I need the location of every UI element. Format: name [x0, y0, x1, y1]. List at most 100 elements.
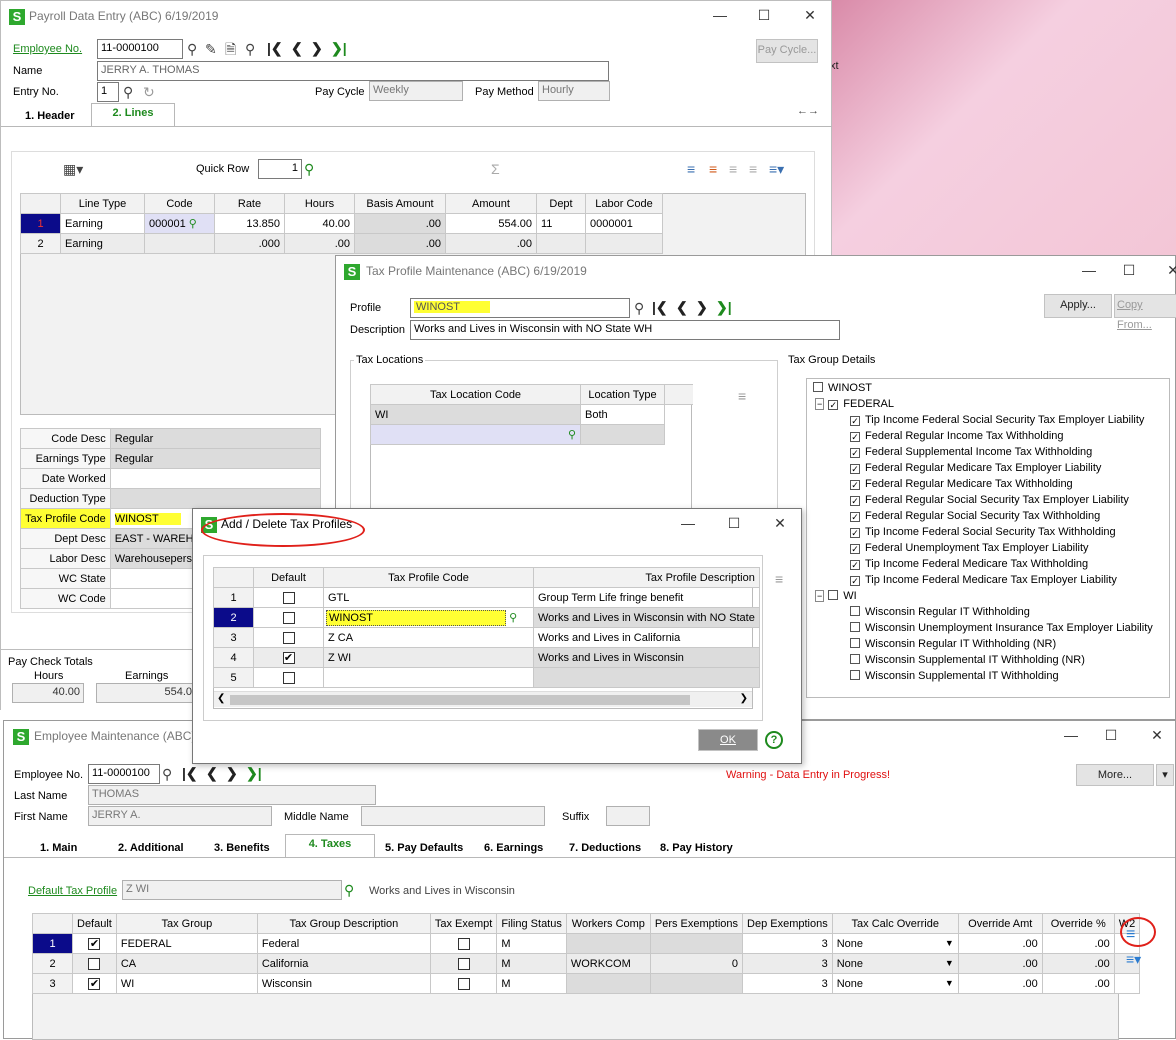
tax-calc-override-cell[interactable]: None ▼ [831, 933, 959, 954]
default-cell[interactable] [253, 587, 324, 608]
default-cell[interactable]: ✔ [72, 973, 117, 994]
previous-record-icon[interactable]: ❮ [676, 299, 688, 315]
row-number[interactable]: 2 [213, 607, 254, 628]
tax-exempt-cell[interactable] [429, 953, 498, 974]
checkbox-icon[interactable]: ✓ [850, 496, 860, 506]
checkbox-checked-icon[interactable]: ✔ [88, 977, 101, 990]
column-header[interactable]: Dept [536, 193, 586, 214]
checkbox-icon[interactable] [282, 591, 295, 604]
default-cell[interactable]: ✔ [72, 933, 117, 954]
maximize-icon[interactable]: ☐ [1114, 260, 1144, 280]
delete-row-icon[interactable]: ≡ [738, 388, 746, 404]
next-record-icon[interactable]: ❯ [311, 40, 323, 56]
override-pct-cell[interactable]: .00 [1041, 933, 1115, 954]
checkbox-icon[interactable] [828, 590, 839, 600]
detail-value[interactable] [109, 468, 321, 489]
grid-layout-icon[interactable]: ▦▾ [63, 161, 83, 177]
entry-no-field[interactable]: 1 [97, 82, 119, 102]
table-row[interactable]: 3 Z CA Works and Lives in California [213, 627, 760, 648]
checkbox-icon[interactable] [850, 638, 860, 648]
next-record-icon[interactable]: ❯ [696, 299, 708, 315]
close-icon[interactable]: ✕ [1142, 725, 1172, 745]
table-row[interactable]: 2 CA California M WORKCOM 0 3 None ▼ .00 … [32, 953, 1141, 974]
profile-code-cell[interactable]: Z WI [323, 647, 534, 668]
row-number[interactable]: 1 [32, 933, 73, 954]
checkbox-icon[interactable]: ✓ [850, 448, 860, 458]
default-cell[interactable]: ✔ [253, 647, 324, 668]
more-button[interactable]: More... [1076, 764, 1154, 786]
suffix-field[interactable] [606, 806, 650, 826]
rate-cell[interactable]: 13.850 [214, 213, 285, 234]
tree-item[interactable]: ✓ Federal Regular Income Tax Withholding [850, 430, 1064, 442]
tree-item[interactable]: ✓ Federal Regular Medicare Tax Withholdin… [850, 478, 1073, 490]
override-amt-cell[interactable]: .00 [957, 933, 1043, 954]
column-header[interactable]: Dep Exemptions [742, 913, 833, 934]
column-header[interactable]: Location Type [580, 384, 665, 405]
scrollbar-thumb[interactable] [230, 695, 690, 705]
tax-group-cell[interactable]: CA [115, 953, 258, 974]
tree-item[interactable]: ✓ Tip Income Federal Social Security Tax … [850, 414, 1144, 426]
tree-item[interactable]: ✓ Federal Regular Medicare Tax Employer L… [850, 462, 1101, 474]
profile-code-cell[interactable] [323, 667, 534, 688]
last-record-icon[interactable]: ❯| [246, 765, 262, 781]
default-tax-profile-field[interactable]: Z WI [122, 880, 342, 900]
tax-calc-override-cell[interactable]: None ▼ [831, 953, 959, 974]
column-header[interactable]: Default [253, 567, 324, 588]
next-record-icon[interactable]: ❯ [226, 765, 238, 781]
employee-no-field[interactable]: 11-0000100 [88, 764, 160, 784]
code-cell[interactable]: 000001 ⚲ [144, 213, 215, 234]
checkbox-icon[interactable]: ✓ [850, 480, 860, 490]
column-header[interactable]: Line Type [60, 193, 145, 214]
name-field[interactable]: JERRY A. THOMAS [97, 61, 609, 81]
ok-button[interactable]: OK [698, 729, 758, 751]
column-header[interactable]: Workers Comp [565, 913, 651, 934]
tab-lines[interactable]: 2. Lines [91, 103, 175, 127]
collapse-icon[interactable]: − [815, 590, 825, 602]
table-row[interactable]: 1 GTL Group Term Life fringe benefit [213, 587, 760, 608]
resize-arrows-icon[interactable]: ←→ [797, 103, 819, 119]
last-record-icon[interactable]: ❯| [716, 299, 732, 315]
checkbox-checked-icon[interactable]: ✔ [88, 937, 101, 950]
column-header[interactable]: Amount [445, 193, 537, 214]
location-type-cell[interactable]: Both [580, 404, 665, 425]
amount-cell[interactable]: .00 [445, 233, 537, 254]
table-row[interactable]: 5 [213, 667, 760, 688]
column-header[interactable]: Tax Exempt [429, 913, 498, 934]
delete-row-icon[interactable]: ≡ [775, 571, 783, 587]
column-header[interactable]: Rate [214, 193, 285, 214]
tree-item[interactable]: ✓ Federal Regular Social Security Tax Emp… [850, 494, 1129, 506]
filing-status-cell[interactable]: M [496, 953, 567, 974]
workers-comp-cell[interactable]: WORKCOM [565, 953, 651, 974]
override-pct-cell[interactable]: .00 [1041, 973, 1115, 994]
tree-root-item[interactable]: WINOST [813, 382, 872, 394]
horizontal-scrollbar[interactable]: ❮ ❯ [214, 691, 752, 707]
maximize-icon[interactable]: ☐ [719, 513, 749, 533]
scroll-left-icon[interactable]: ❮ [217, 693, 225, 704]
column-header[interactable]: Hours [284, 193, 355, 214]
employee-no-label[interactable]: Employee No. [13, 43, 82, 55]
checkbox-icon[interactable]: ✓ [850, 560, 860, 570]
last-name-field[interactable]: THOMAS [88, 785, 376, 805]
search-icon[interactable]: ⚲ [634, 300, 644, 316]
apply-button[interactable]: Apply... [1044, 294, 1112, 318]
checkbox-icon[interactable]: ✓ [850, 464, 860, 474]
search-icon[interactable]: ⚲ [162, 766, 172, 782]
labor-code-cell[interactable]: 0000001 [585, 213, 663, 234]
column-header[interactable]: Tax Group [115, 913, 258, 934]
minimize-icon[interactable]: — [673, 513, 703, 533]
tree-wi-item[interactable]: − WI [815, 590, 857, 602]
column-header[interactable]: Override Amt [957, 913, 1043, 934]
zoom-icon[interactable]: ⚲ [304, 161, 314, 177]
chevron-down-icon[interactable]: ▼ [945, 958, 954, 968]
filing-status-cell[interactable]: M [496, 933, 567, 954]
first-record-icon[interactable]: |❮ [267, 40, 283, 56]
column-header[interactable]: Tax Location Code [370, 384, 581, 405]
column-header[interactable]: Tax Calc Override [831, 913, 959, 934]
column-header[interactable]: Default [72, 913, 117, 934]
row-number[interactable]: 3 [32, 973, 73, 994]
table-row[interactable]: 1 Earning 000001 ⚲ 13.850 40.00 .00 554.… [20, 213, 663, 234]
table-row[interactable]: 3 ✔ WI Wisconsin M 3 None ▼ .00 .00 [32, 973, 1141, 994]
dept-cell[interactable] [536, 233, 586, 254]
sigma-icon[interactable]: Σ [491, 161, 500, 177]
minimize-icon[interactable]: — [705, 5, 735, 25]
